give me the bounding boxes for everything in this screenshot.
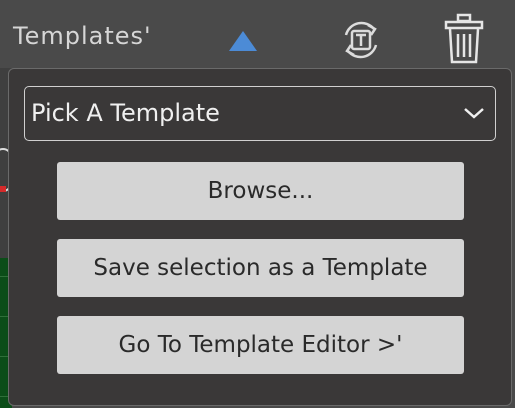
triangle-up-icon[interactable] <box>229 31 257 51</box>
template-select[interactable]: Pick A Template <box>24 86 496 141</box>
canvas-marker <box>0 186 6 192</box>
templates-header: Templates' <box>0 0 515 68</box>
trash-icon[interactable] <box>443 13 485 65</box>
save-as-template-button[interactable]: Save selection as a Template <box>57 239 464 297</box>
go-to-template-editor-button[interactable]: Go To Template Editor >' <box>57 316 464 374</box>
template-select-value: Pick A Template <box>31 99 220 127</box>
templates-title: Templates' <box>13 22 152 50</box>
template-menu-panel: Pick A Template Browse... Save selection… <box>8 68 512 406</box>
refresh-template-icon[interactable] <box>338 17 384 63</box>
chevron-down-icon <box>464 108 484 119</box>
browse-button[interactable]: Browse... <box>57 162 464 220</box>
